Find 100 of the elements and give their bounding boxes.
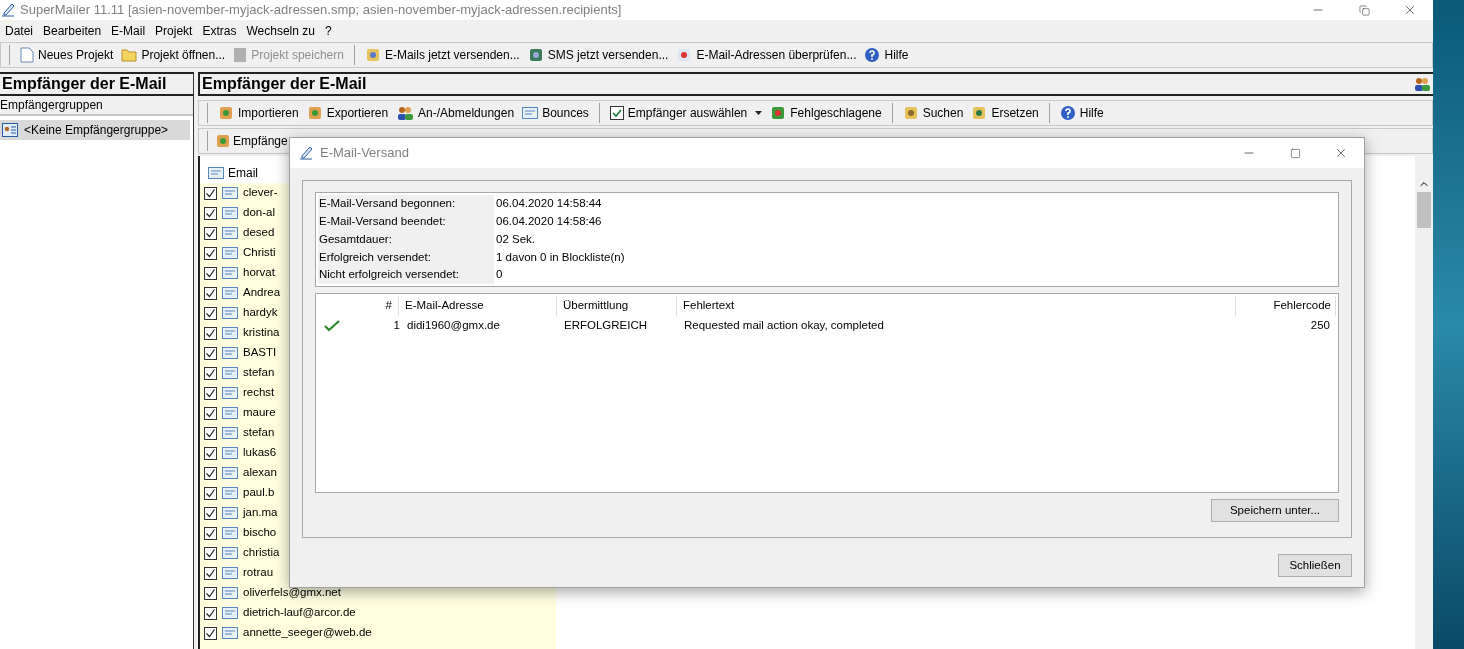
checkbox[interactable] xyxy=(204,566,217,580)
column-header[interactable]: Fehlercode xyxy=(1236,296,1336,316)
summary-label: Erfolgreich versendet: xyxy=(318,248,494,267)
help-icon xyxy=(864,47,881,63)
email-cell-text: hardyk xyxy=(243,305,278,321)
checkbox[interactable] xyxy=(204,586,217,600)
toolbar-button[interactable]: Fehlgeschlagene xyxy=(768,104,884,122)
table-cell-text: ERFOLGREICH xyxy=(563,318,649,334)
pane-title: Empfänger der E-Mail xyxy=(202,74,367,94)
group-label: <Keine Empfängergruppe> xyxy=(24,122,169,139)
column-header[interactable]: # xyxy=(386,296,399,316)
menu-item[interactable]: Extras xyxy=(197,20,242,42)
email-cell-text: stefan xyxy=(243,365,275,381)
toolbar-button[interactable]: Exportieren xyxy=(304,104,391,122)
email-cell-text: don-al xyxy=(243,205,275,221)
summary-value: 06.04.2020 14:58:46 xyxy=(495,214,602,230)
email-cell-text: alexan xyxy=(243,465,277,481)
checkbox[interactable] xyxy=(204,546,217,560)
checkbox[interactable] xyxy=(204,306,217,320)
email-cell-text: rotrau xyxy=(243,565,274,581)
summary-label: Nicht erfolgreich versendet: xyxy=(318,266,494,284)
table-cell-text: Requested mail action okay, completed xyxy=(683,318,885,334)
email-cell-text: annette_seeger@web.de xyxy=(243,625,372,641)
summary-value: 02 Sek. xyxy=(495,231,535,247)
scrollbar-thumb[interactable] xyxy=(1417,192,1431,228)
column-header[interactable]: Übermittlung xyxy=(557,296,677,316)
toolbar-button[interactable]: SMS jetzt versenden... xyxy=(525,46,671,64)
people-icon xyxy=(1413,76,1431,92)
toolbar-button[interactable]: Hilfe xyxy=(1057,104,1106,122)
pane-header: Empfänger der E-Mail xyxy=(0,72,193,96)
checkbox[interactable] xyxy=(204,186,217,200)
save-as-button[interactable]: Speichern unter... xyxy=(1211,499,1339,522)
toolbar-button[interactable]: Neues Projekt xyxy=(18,46,116,64)
email-cell-text: dietrich-lauf@arcor.de xyxy=(243,605,356,621)
toolbar-button[interactable]: An-/Abmeldungen xyxy=(394,104,517,122)
restore-icon xyxy=(1358,4,1370,16)
checkbox[interactable] xyxy=(204,446,217,460)
section-label: Empfängergruppen xyxy=(0,96,193,116)
checkbox[interactable] xyxy=(204,606,217,620)
maximize-icon xyxy=(1289,147,1301,159)
email-cell-text: desed xyxy=(243,225,275,241)
checkbox[interactable] xyxy=(204,486,217,500)
toolbar-button[interactable]: E-Mail-Adressen überprüfen... xyxy=(674,46,859,64)
toolbar-button[interactable]: Bounces xyxy=(520,104,591,122)
column-header[interactable]: Fehlertext xyxy=(677,296,1236,316)
checkbox[interactable] xyxy=(204,526,217,540)
summary-label: E-Mail-Versand begonnen: xyxy=(318,195,494,213)
email-cell-text: BASTI xyxy=(243,345,277,361)
toolbar-button[interactable]: Empfänge xyxy=(215,132,288,150)
checkbox[interactable] xyxy=(204,366,217,380)
menu-item[interactable]: Wechseln zu xyxy=(241,20,320,42)
email-cell-text: oliverfels@gmx.net xyxy=(243,585,341,601)
email-cell-text: maure xyxy=(243,405,276,421)
check-icon xyxy=(324,320,340,332)
toolbar-button[interactable]: Empfänger auswählen xyxy=(607,104,765,122)
toolbar-button[interactable]: E-Mails jetzt versenden... xyxy=(362,46,522,64)
help-icon xyxy=(1059,105,1076,121)
toolbar-button[interactable]: Importieren xyxy=(216,104,301,122)
checkbox[interactable] xyxy=(204,246,217,260)
checkbox[interactable] xyxy=(204,406,217,420)
checkbox[interactable] xyxy=(204,386,217,400)
dialog-title: E-Mail-Versand xyxy=(320,144,409,163)
checkbox[interactable] xyxy=(204,326,217,340)
checkbox[interactable] xyxy=(204,266,217,280)
toolbar-button[interactable]: Hilfe xyxy=(862,46,911,64)
email-cell-text: rechst xyxy=(243,385,275,401)
summary-value: 0 xyxy=(495,267,503,283)
column-header: Email xyxy=(228,165,258,182)
menu-item[interactable]: ? xyxy=(319,20,337,42)
toolbar-button[interactable]: Suchen xyxy=(900,104,966,122)
toolbar-button[interactable]: Projekt öffnen... xyxy=(119,46,228,64)
pen-icon xyxy=(298,145,314,161)
close-dialog-button[interactable]: Schließen xyxy=(1278,554,1352,577)
column-header[interactable]: E-Mail-Adresse xyxy=(399,296,557,316)
email-cell-text: jan.ma xyxy=(243,505,278,521)
table-cell-text: 250 xyxy=(1309,318,1331,334)
checkbox[interactable] xyxy=(204,466,217,480)
close-icon xyxy=(1334,146,1348,160)
folder-icon xyxy=(121,48,138,62)
menu-item[interactable]: Projekt xyxy=(150,20,198,42)
checkbox[interactable] xyxy=(204,346,217,360)
checkbox[interactable] xyxy=(204,506,217,520)
email-cell-text: kristina xyxy=(243,325,280,341)
checkbox[interactable] xyxy=(204,226,217,240)
checkbox[interactable] xyxy=(204,286,217,300)
summary-value: 1 davon 0 in Blockliste(n) xyxy=(495,249,625,265)
group-item[interactable]: <Keine Empfängergruppe> xyxy=(0,120,190,140)
checkbox[interactable] xyxy=(204,626,217,640)
table-cell-text: didi1960@gmx.de xyxy=(406,318,501,334)
menu-item[interactable]: Datei xyxy=(0,20,38,42)
checkbox[interactable] xyxy=(204,426,217,440)
menu-item[interactable]: E-Mail xyxy=(106,20,151,42)
checkbox[interactable] xyxy=(204,206,217,220)
close-icon xyxy=(1403,3,1417,17)
email-cell-text: Andrea xyxy=(243,285,281,301)
summary-value: 06.04.2020 14:58:44 xyxy=(495,196,602,212)
email-cell-text: horvat xyxy=(243,265,275,281)
menu-item[interactable]: Bearbeiten xyxy=(38,20,107,42)
toolbar-button[interactable]: Ersetzen xyxy=(969,104,1041,122)
email-cell-text: stefan xyxy=(243,425,275,441)
